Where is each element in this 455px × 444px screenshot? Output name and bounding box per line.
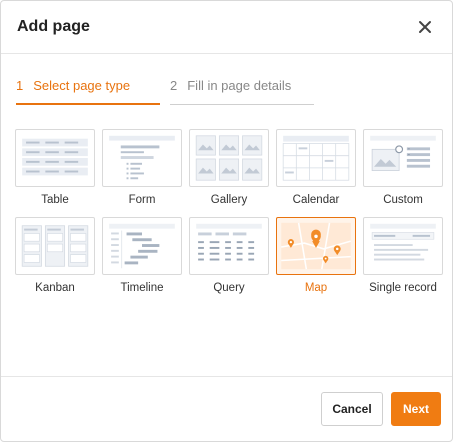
- gallery-thumbnail: [189, 129, 269, 187]
- page-type-label: Single record: [369, 282, 437, 294]
- page-type-label: Kanban: [35, 282, 75, 294]
- table-thumbnail: [15, 129, 95, 187]
- page-type-label: Calendar: [292, 194, 340, 206]
- page-type-custom[interactable]: Custom: [363, 129, 443, 206]
- page-type-kanban[interactable]: Kanban: [15, 217, 95, 294]
- page-type-label: Custom: [383, 194, 423, 206]
- step-indicator: 1 Select page type 2 Fill in page detail…: [16, 73, 314, 105]
- step-fill-page-details[interactable]: 2 Fill in page details: [170, 73, 314, 105]
- page-type-label: Timeline: [120, 282, 164, 294]
- page-type-grid: Table Form Gallery Calendar Custom Kanba…: [15, 129, 443, 294]
- page-type-calendar[interactable]: Calendar: [276, 129, 356, 206]
- page-type-label: Gallery: [210, 194, 248, 206]
- step-label: Select page type: [33, 78, 131, 93]
- page-type-form[interactable]: Form: [102, 129, 182, 206]
- dialog-title: Add page: [17, 18, 90, 35]
- step-number: 1: [16, 78, 24, 93]
- page-type-label: Form: [128, 194, 156, 206]
- dialog-header: Add page: [1, 1, 452, 54]
- add-page-dialog: Add page 1 Select page type 2 Fill in pa…: [0, 0, 453, 442]
- single-record-thumbnail: [363, 217, 443, 275]
- next-button[interactable]: Next: [391, 392, 441, 426]
- close-icon[interactable]: [414, 16, 436, 38]
- calendar-thumbnail: [276, 129, 356, 187]
- page-type-table[interactable]: Table: [15, 129, 95, 206]
- page-type-single-record[interactable]: Single record: [363, 217, 443, 294]
- page-type-timeline[interactable]: Timeline: [102, 217, 182, 294]
- page-type-gallery[interactable]: Gallery: [189, 129, 269, 206]
- page-type-label: Table: [41, 194, 69, 206]
- step-number: 2: [170, 78, 178, 93]
- timeline-thumbnail: [102, 217, 182, 275]
- page-type-map[interactable]: Map: [276, 217, 356, 294]
- page-type-label: Map: [304, 282, 328, 294]
- step-label: Fill in page details: [187, 78, 292, 93]
- custom-thumbnail: [363, 129, 443, 187]
- dialog-footer: Cancel Next: [1, 376, 452, 441]
- kanban-thumbnail: [15, 217, 95, 275]
- page-type-query[interactable]: Query: [189, 217, 269, 294]
- cancel-button[interactable]: Cancel: [321, 392, 383, 426]
- query-thumbnail: [189, 217, 269, 275]
- page-type-label: Query: [213, 282, 245, 294]
- map-thumbnail: [276, 217, 356, 275]
- form-thumbnail: [102, 129, 182, 187]
- step-select-page-type[interactable]: 1 Select page type: [16, 73, 160, 105]
